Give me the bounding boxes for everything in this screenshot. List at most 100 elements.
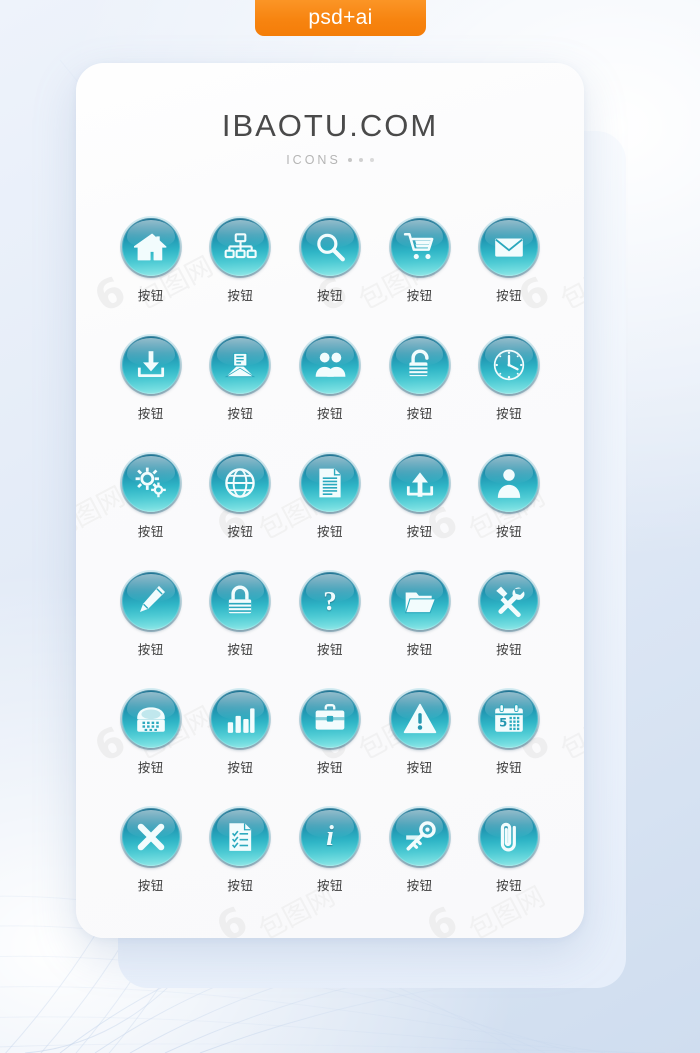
subtitle-dot-3 <box>369 158 374 162</box>
key-icon <box>391 808 449 866</box>
gears-icon-button[interactable] <box>119 452 182 514</box>
checklist-icon-button[interactable] <box>209 806 272 868</box>
subtitle-row: ICONS <box>76 153 584 167</box>
sitemap-icon-button[interactable] <box>209 216 272 278</box>
icon-cell: 按钮 <box>464 806 554 894</box>
icon-label: 按钮 <box>406 760 433 775</box>
clock-icon-button[interactable] <box>478 334 541 396</box>
icon-cell: 按钮 <box>285 688 375 776</box>
icon-label: 按钮 <box>496 524 523 539</box>
icon-cell: 按钮 <box>464 452 554 540</box>
icon-label: 按钮 <box>406 878 433 893</box>
icon-label: 按钮 <box>316 878 343 893</box>
clock-icon <box>480 336 538 394</box>
lock-icon <box>211 572 269 630</box>
warning-icon <box>391 690 449 748</box>
icon-cell: 按钮 <box>106 570 196 658</box>
icon-cell: 按钮 <box>106 216 196 304</box>
icon-cell: 按钮 <box>196 688 286 776</box>
icon-label: 按钮 <box>496 760 523 775</box>
icon-cell: 按钮 <box>196 452 286 540</box>
telephone-icon <box>122 690 180 748</box>
icon-label: 按钮 <box>227 760 254 775</box>
folder-open-icon-button[interactable] <box>388 570 451 632</box>
pencil-icon <box>122 572 180 630</box>
icon-label: 按钮 <box>496 878 523 893</box>
icon-cell: 按钮 <box>196 216 286 304</box>
icon-cell: 按钮 <box>196 570 286 658</box>
bar-chart-icon <box>211 690 269 748</box>
upload-icon <box>391 454 449 512</box>
close-x-icon <box>122 808 180 866</box>
open-mail-icon-button[interactable] <box>209 334 272 396</box>
icon-label: 按钮 <box>227 524 254 539</box>
shopping-cart-icon-button[interactable] <box>388 216 451 278</box>
bar-chart-icon-button[interactable] <box>209 688 272 750</box>
subtitle-text: ICONS <box>286 153 341 167</box>
shopping-cart-icon <box>391 218 449 276</box>
globe-icon <box>211 454 269 512</box>
icon-cell: 按钮 <box>106 334 196 422</box>
globe-icon-button[interactable] <box>209 452 272 514</box>
icon-label: 按钮 <box>227 406 254 421</box>
search-icon-button[interactable] <box>298 216 361 278</box>
icon-label: 按钮 <box>496 406 523 421</box>
calendar-icon-button[interactable]: 5 <box>478 688 541 750</box>
icon-label: 按钮 <box>137 878 164 893</box>
users-icon-button[interactable] <box>298 334 361 396</box>
tools-icon <box>480 572 538 630</box>
icon-cell: 按钮 <box>464 334 554 422</box>
icon-label: 按钮 <box>316 406 343 421</box>
upload-icon-button[interactable] <box>388 452 451 514</box>
close-x-icon-button[interactable] <box>119 806 182 868</box>
users-icon <box>301 336 359 394</box>
icon-cell: 按钮 <box>464 216 554 304</box>
icon-cell: i 按钮 <box>285 806 375 894</box>
lock-icon-button[interactable] <box>209 570 272 632</box>
subtitle-dot-2 <box>358 158 363 162</box>
icon-cell: 按钮 <box>375 688 465 776</box>
pencil-icon-button[interactable] <box>119 570 182 632</box>
briefcase-icon <box>301 690 359 748</box>
key-icon-button[interactable] <box>388 806 451 868</box>
gears-icon <box>122 454 180 512</box>
icon-label: 按钮 <box>316 288 343 303</box>
telephone-icon-button[interactable] <box>119 688 182 750</box>
home-icon-button[interactable] <box>119 216 182 278</box>
page-title: IBAOTU.COM <box>221 108 439 143</box>
icon-label: 按钮 <box>137 288 164 303</box>
warning-icon-button[interactable] <box>388 688 451 750</box>
icon-cell: 按钮 <box>464 570 554 658</box>
icon-label: 按钮 <box>496 642 523 657</box>
briefcase-icon-button[interactable] <box>298 688 361 750</box>
question-mark-icon-button[interactable]: ? <box>298 570 361 632</box>
icon-label: 按钮 <box>406 288 433 303</box>
document-icon <box>301 454 359 512</box>
subtitle-dot-1 <box>347 158 352 162</box>
folder-open-icon <box>391 572 449 630</box>
info-icon-button[interactable]: i <box>298 806 361 868</box>
icon-label: 按钮 <box>227 642 254 657</box>
download-icon-button[interactable] <box>119 334 182 396</box>
icon-set-card: 6 包图网 IBAOTU.COM ICONS 按钮 <box>76 63 584 938</box>
envelope-icon-button[interactable] <box>478 216 541 278</box>
search-icon <box>301 218 359 276</box>
user-icon <box>480 454 538 512</box>
icon-cell: 按钮 <box>375 334 465 422</box>
open-mail-icon <box>211 336 269 394</box>
user-icon-button[interactable] <box>478 452 541 514</box>
icon-label: 按钮 <box>137 760 164 775</box>
document-icon-button[interactable] <box>298 452 361 514</box>
icon-label: 按钮 <box>227 288 254 303</box>
icon-cell: 5 按钮 <box>464 688 554 776</box>
unlock-icon-button[interactable] <box>388 334 451 396</box>
tools-icon-button[interactable] <box>478 570 541 632</box>
icon-cell: 按钮 <box>106 688 196 776</box>
sitemap-icon <box>211 218 269 276</box>
icon-label: 按钮 <box>316 524 343 539</box>
paperclip-icon-button[interactable] <box>478 806 541 868</box>
icon-cell: 按钮 <box>285 216 375 304</box>
download-icon <box>122 336 180 394</box>
info-icon: i <box>326 821 334 852</box>
icon-cell: 按钮 <box>196 334 286 422</box>
